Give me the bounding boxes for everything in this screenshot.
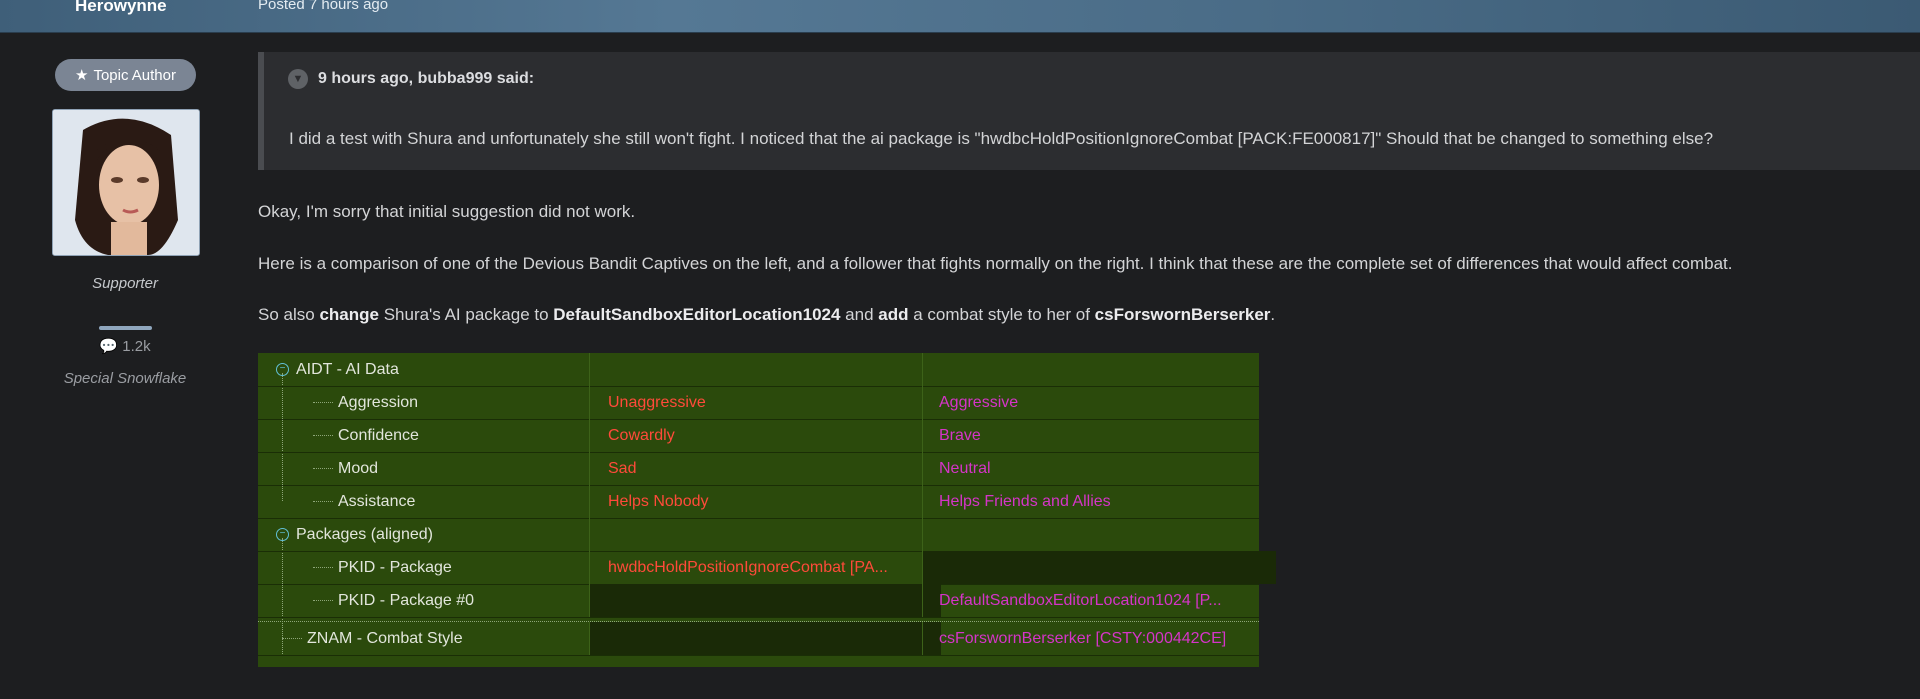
right-value xyxy=(922,353,1260,386)
quote-citation: 9 hours ago, bubba999 said: xyxy=(318,70,535,87)
avatar[interactable] xyxy=(52,109,200,256)
collapse-icon[interactable]: − xyxy=(276,528,289,542)
row-label: Assistance xyxy=(338,493,416,510)
reputation-count: 💬 1.2k xyxy=(0,337,250,355)
left-value xyxy=(589,622,941,655)
p3-text-a: So also xyxy=(258,305,320,324)
table-row: PKID - Package hwdbcHoldPositionIgnoreCo… xyxy=(258,551,1276,585)
row-label: Packages (aligned) xyxy=(296,526,433,543)
star-icon: ★ xyxy=(74,67,89,84)
table-row: Confidence Cowardly Brave xyxy=(258,419,1259,453)
author-name-link[interactable]: Herowynne xyxy=(75,0,167,16)
p3-text-i: . xyxy=(1270,305,1276,324)
left-value: Cowardly xyxy=(589,419,941,452)
quote-body: I did a test with Shura and unfortunatel… xyxy=(289,129,1714,148)
quote-header[interactable]: ▼ 9 hours ago, bubba999 said: xyxy=(288,69,534,89)
p3-text-e: and xyxy=(840,305,879,324)
right-value: Aggressive xyxy=(922,386,1276,419)
left-value: Helps Nobody xyxy=(589,485,941,518)
left-value xyxy=(589,584,941,617)
avatar-image xyxy=(53,110,199,255)
right-value: Helps Friends and Allies xyxy=(922,485,1276,518)
p3-bold-package: DefaultSandboxEditorLocation1024 xyxy=(553,305,841,324)
row-label: Confidence xyxy=(338,427,419,444)
row-label: AIDT - AI Data xyxy=(296,361,399,378)
row-label: Aggression xyxy=(338,394,419,411)
table-row: ZNAM - Combat Style csForswornBerserker … xyxy=(258,621,1259,656)
left-value: Sad xyxy=(589,452,941,485)
right-value: Brave xyxy=(922,419,1276,452)
table-row: PKID - Package #0 DefaultSandboxEditorLo… xyxy=(258,584,1259,618)
reputation-value: 1.2k xyxy=(122,338,151,355)
table-row: Mood Sad Neutral xyxy=(258,452,1259,486)
chevron-down-icon[interactable]: ▼ xyxy=(288,69,308,89)
right-value: Neutral xyxy=(922,452,1276,485)
right-value: DefaultSandboxEditorLocation1024 [P... xyxy=(922,584,1276,617)
table-row: Aggression Unaggressive Aggressive xyxy=(258,386,1259,420)
row-label: PKID - Package xyxy=(338,559,452,576)
table-row: Assistance Helps Nobody Helps Friends an… xyxy=(258,485,1259,519)
p3-bold-add: add xyxy=(878,305,909,324)
row-label: PKID - Package #0 xyxy=(338,592,475,609)
collapse-icon[interactable]: − xyxy=(276,363,289,377)
post-paragraph-1: Okay, I'm sorry that initial suggestion … xyxy=(258,202,636,221)
left-value xyxy=(589,353,923,386)
right-value: csForswornBerserker [CSTY:000442CE] xyxy=(922,622,1276,655)
table-row: − Packages (aligned) xyxy=(258,518,1259,552)
comparison-table-image: − AIDT - AI Data Aggression Unaggressive … xyxy=(258,353,1276,667)
right-value xyxy=(922,518,1260,551)
left-value: hwdbcHoldPositionIgnoreCombat [PA... xyxy=(589,551,941,584)
table-row: − AIDT - AI Data xyxy=(258,353,1259,387)
p3-bold-combat-style: csForswornBerserker xyxy=(1094,305,1271,324)
badge-label: Topic Author xyxy=(93,66,176,84)
p3-text-c: Shura's AI package to xyxy=(378,305,554,324)
comment-icon: 💬 xyxy=(99,338,119,355)
row-label: Mood xyxy=(338,460,379,477)
left-value: Unaggressive xyxy=(589,386,941,419)
topic-author-badge: ★ Topic Author xyxy=(55,59,196,91)
p3-text-g: a combat style to her of xyxy=(908,305,1095,324)
quote-block: ▼ 9 hours ago, bubba999 said: I did a te… xyxy=(258,52,1920,170)
right-value xyxy=(922,551,1276,584)
member-rank: Special Snowflake xyxy=(63,370,187,387)
posted-time: Posted 7 hours ago xyxy=(258,0,389,13)
reputation-divider xyxy=(99,326,152,330)
member-group: Supporter xyxy=(92,275,158,292)
p3-bold-change: change xyxy=(319,305,379,324)
author-sidebar: ★ Topic Author Supporter 💬 1.2k Special … xyxy=(0,32,250,699)
row-label: ZNAM - Combat Style xyxy=(307,630,463,647)
post-paragraph-3: So also change Shura's AI package to Def… xyxy=(258,305,1275,325)
post-header-bar: Herowynne Posted 7 hours ago xyxy=(0,0,1920,33)
left-value xyxy=(589,518,923,551)
post-paragraph-2: Here is a comparison of one of the Devio… xyxy=(258,254,1733,273)
